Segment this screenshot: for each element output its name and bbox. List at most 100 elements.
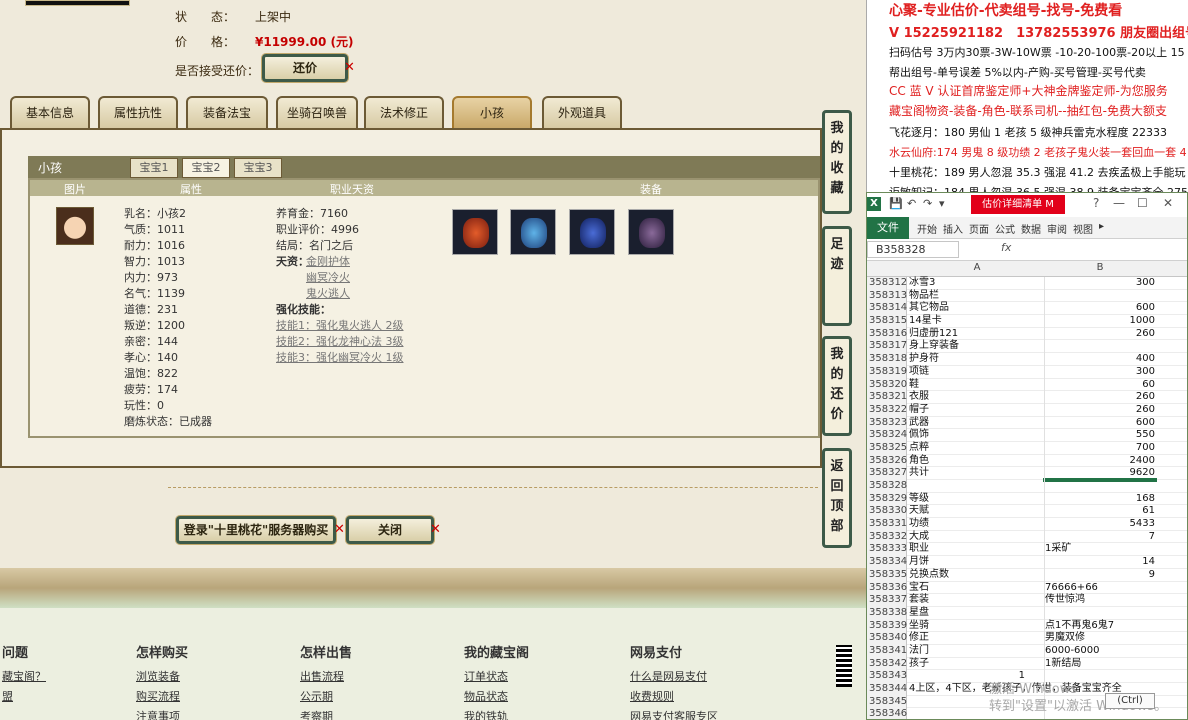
ribbon-tab-review[interactable]: 审阅 [1047, 221, 1067, 236]
cell-a[interactable]: 鞋 [909, 379, 1045, 392]
row-number[interactable]: 358345 [867, 695, 907, 709]
ribbon-more-icon[interactable]: ▸ [1099, 221, 1104, 232]
tab-basic-info[interactable]: 基本信息 [10, 96, 90, 129]
cell-b[interactable]: 1000 [1045, 315, 1155, 328]
cell-a[interactable]: 宝石 [909, 582, 1045, 595]
tab-appearance[interactable]: 外观道具 [542, 96, 622, 129]
ribbon-tab-formulas[interactable]: 公式 [995, 221, 1015, 236]
cell-a[interactable]: 冰雪3 [909, 277, 1045, 290]
cell-a[interactable]: 归虚册121 [909, 328, 1045, 341]
file-tab[interactable]: 文件 [867, 217, 909, 239]
cell-b[interactable]: 700 [1045, 442, 1155, 455]
cell-a[interactable]: 修正 [909, 632, 1045, 645]
row-number[interactable]: 358312 [867, 277, 907, 290]
row-number[interactable]: 358336 [867, 581, 907, 595]
cell-a[interactable]: 武器 [909, 417, 1045, 430]
name-box[interactable]: B358328 [867, 241, 959, 258]
row-number[interactable]: 358339 [867, 619, 907, 633]
ribbon-tab-layout[interactable]: 页面 [969, 221, 989, 236]
save-icon[interactable]: 💾 [889, 197, 903, 210]
cell-a[interactable]: 身上穿装备 [909, 340, 1045, 353]
row-number[interactable]: 358340 [867, 632, 907, 645]
row-number[interactable]: 358318 [867, 353, 907, 366]
footer-link[interactable]: 盟 [2, 688, 13, 704]
tab-equipment[interactable]: 装备法宝 [186, 96, 268, 129]
row-number[interactable]: 358331 [867, 518, 907, 531]
close-icon[interactable]: ✕ [1163, 196, 1173, 210]
row-number[interactable]: 358329 [867, 492, 907, 506]
cell-a[interactable]: 等级 [909, 493, 1045, 506]
row-number[interactable]: 358314 [867, 302, 907, 316]
equipment-slot-1[interactable] [452, 209, 498, 255]
column-header-a[interactable]: A [909, 262, 1045, 273]
cell-b[interactable]: 6000-6000 [1045, 645, 1155, 658]
footer-link[interactable]: 注意事项 [136, 708, 180, 720]
ribbon-tab-view[interactable]: 视图 [1073, 221, 1093, 236]
tab-child[interactable]: 小孩 [452, 96, 532, 129]
counter-offer-button[interactable]: 还价 [262, 54, 348, 82]
footer-link[interactable]: 购买流程 [136, 688, 180, 704]
close-button[interactable]: 关闭 [346, 516, 434, 544]
row-number[interactable]: 358313 [867, 289, 907, 303]
row-number[interactable]: 358316 [867, 327, 907, 341]
row-number[interactable]: 358343 [867, 670, 907, 684]
cell-b[interactable]: 300 [1045, 366, 1155, 379]
my-counter-offers-button[interactable]: 我的还价 [822, 336, 852, 436]
login-buy-button[interactable]: 登录"十里桃花"服务器购买 [176, 516, 336, 544]
skill-link-1[interactable]: 技能1：强化鬼火逃人 2级 [276, 318, 404, 334]
row-number[interactable]: 358341 [867, 644, 907, 658]
footer-link[interactable]: 什么是网易支付 [630, 668, 707, 684]
cell-a[interactable]: 孩子 [909, 658, 1045, 671]
maximize-icon[interactable]: ☐ [1137, 196, 1148, 210]
row-number[interactable]: 358317 [867, 340, 907, 354]
cell-b[interactable]: 61 [1045, 505, 1155, 518]
cell-b[interactable]: 600 [1045, 417, 1155, 430]
row-number[interactable]: 358315 [867, 315, 907, 328]
tab-spells[interactable]: 法术修正 [364, 96, 444, 129]
cell-a[interactable]: 其它物品 [909, 302, 1045, 315]
talent-link-3[interactable]: 鬼火逃人 [306, 286, 350, 302]
minimize-icon[interactable]: — [1113, 196, 1125, 210]
row-number[interactable]: 358323 [867, 416, 907, 430]
cell-b[interactable]: 260 [1045, 391, 1155, 404]
tab-mounts[interactable]: 坐骑召唤兽 [276, 96, 358, 129]
cell-b[interactable]: 300 [1045, 277, 1155, 290]
cell-a[interactable]: 星盘 [909, 607, 1045, 620]
ribbon-tab-insert[interactable]: 插入 [943, 221, 963, 236]
my-favorites-button[interactable]: 我的收藏 [822, 110, 852, 214]
redo-icon[interactable]: ↷ [923, 197, 932, 210]
cell-a[interactable]: 物品栏 [909, 290, 1045, 303]
cell-b[interactable]: 1新结局 [1045, 658, 1155, 671]
subtab-baby-1[interactable]: 宝宝1 [130, 158, 178, 178]
ribbon-tab-home[interactable]: 开始 [917, 221, 937, 236]
cell-a[interactable]: 护身符 [909, 353, 1045, 366]
cell-b[interactable]: 7 [1045, 531, 1155, 544]
cell-a[interactable]: 功绩 [909, 518, 1045, 531]
footprints-button[interactable]: 足迹 [822, 226, 852, 326]
cell-b[interactable]: 2400 [1045, 455, 1155, 468]
cell-b[interactable]: 260 [1045, 404, 1155, 417]
cell-a[interactable]: 大成 [909, 531, 1045, 544]
cell-b[interactable]: 5433 [1045, 518, 1155, 531]
row-number[interactable]: 358337 [867, 594, 907, 607]
footer-link[interactable]: 出售流程 [300, 668, 344, 684]
subtab-baby-3[interactable]: 宝宝3 [234, 158, 282, 178]
cell-a[interactable]: 月饼 [909, 556, 1045, 569]
footer-link[interactable]: 收费规则 [630, 688, 674, 704]
cell-a[interactable]: 坐骑 [909, 620, 1045, 633]
cell-b[interactable]: 1采矿 [1045, 543, 1155, 556]
row-number[interactable]: 358338 [867, 606, 907, 620]
undo-icon[interactable]: ↶ [907, 197, 916, 210]
cell-b[interactable]: 600 [1045, 302, 1155, 315]
quick-access-chevron-icon[interactable]: ▾ [939, 197, 945, 210]
help-icon[interactable]: ? [1093, 196, 1099, 210]
cell-a[interactable]: 共计 [909, 467, 1045, 480]
row-number[interactable]: 358333 [867, 543, 907, 557]
cell-a[interactable]: 天赋 [909, 505, 1045, 518]
talent-link-1[interactable]: 金刚护体 [306, 254, 350, 270]
talent-link-2[interactable]: 幽冥冷火 [306, 270, 350, 286]
function-icon[interactable]: fx [1001, 241, 1011, 254]
footer-link[interactable]: 我的铁轨 [464, 708, 508, 720]
row-number[interactable]: 358328 [867, 480, 907, 493]
footer-link[interactable]: 物品状态 [464, 688, 508, 704]
